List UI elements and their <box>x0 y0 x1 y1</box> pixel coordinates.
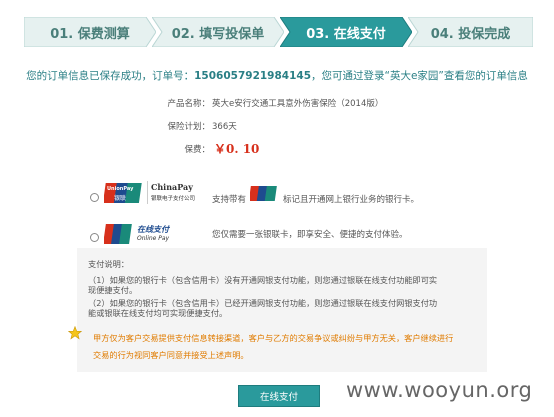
explain-title: 支付说明： <box>88 259 129 269</box>
notice-prefix: 您的订单信息已保存成功，订单号： <box>26 70 195 82</box>
unionpay-online-icon <box>104 224 132 244</box>
plan-value: 366天 <box>212 122 237 132</box>
explain-line1b: 现便捷支付。 <box>88 285 138 295</box>
step-1-label: 01. 保费测算 <box>50 26 130 42</box>
chinapay-desc-prefix: 支持带有 <box>212 195 247 205</box>
warning-line2: 交易的行为视同客户同意并接受上述声明。 <box>93 350 249 360</box>
onlinepay-title: 在线支付 <box>137 225 169 234</box>
progress-steps: 01. 保费测算 02. 填写投保单 03. 在线支付 04. 投保完成 <box>24 17 533 47</box>
payment-radio-onlinepay[interactable] <box>90 233 99 242</box>
product-label: 产品名称： <box>167 99 210 109</box>
chinapay-sub: 银联电子支付公司 <box>151 196 196 202</box>
premium-label: 保费： <box>184 145 210 155</box>
payment-radio-chinapay[interactable] <box>90 193 99 202</box>
step-4: 04. 投保完成 <box>408 17 533 47</box>
step-4-label: 04. 投保完成 <box>430 26 511 42</box>
step-1: 01. 保费测算 <box>24 17 156 47</box>
star-icon <box>68 326 82 340</box>
warning-line1: 甲方仅为客户交易提供支付信息转接渠道，客户与乙方的交易争议或纠纷与甲方无关，客户… <box>93 333 454 343</box>
watermark: www.wooyun.org <box>346 378 533 402</box>
plan-label: 保险计划： <box>167 122 210 132</box>
online-pay-button[interactable]: 在线支付 <box>238 385 320 407</box>
chinapay-title: ChinaPay <box>151 182 193 192</box>
step-2-label: 02. 填写投保单 <box>171 26 265 42</box>
onlinepay-logo: 在线支付 Online Pay <box>104 222 184 246</box>
premium-value: ￥0. 10 <box>214 142 260 156</box>
unionpay-mark-icon <box>250 186 277 201</box>
logo-divider <box>147 181 148 204</box>
onlinepay-sub: Online Pay <box>137 235 170 242</box>
chinapay-logo: UnionPay 银联 ChinaPay 银联电子支付公司 <box>104 180 198 206</box>
order-number: 1506057921984145 <box>194 70 312 82</box>
step-3: 03. 在线支付 <box>280 17 412 47</box>
step-2: 02. 填写投保单 <box>152 17 284 47</box>
home-link[interactable]: “英大e家园” <box>385 70 444 82</box>
onlinepay-desc: 您仅需要一张银联卡，即享安全、便捷的支付体验。 <box>212 230 408 240</box>
explain-line2b: 能或银联在线支付均可实现便捷支付。 <box>88 308 228 318</box>
notice-suffix: 查看您的订单信息 <box>443 70 528 82</box>
unionpay-logo-en: UnionPay <box>107 186 134 192</box>
chinapay-desc-suffix: 标记且开通网上银行业务的银行卡。 <box>283 195 420 205</box>
notice-middle: ，您可通过登录 <box>311 70 385 82</box>
explain-line1a: （1）如果您的银行卡（包含信用卡）没有开通网银支付功能，则您通过银联在线支付功能… <box>88 275 438 285</box>
step-3-label: 03. 在线支付 <box>306 26 386 42</box>
unionpay-logo-cn: 银联 <box>114 195 127 202</box>
product-value: 英大e安行交通工具意外伤害保险（2014版） <box>212 99 384 109</box>
save-notice: 您的订单信息已保存成功，订单号：1506057921984145，您可通过登录“… <box>0 68 554 83</box>
